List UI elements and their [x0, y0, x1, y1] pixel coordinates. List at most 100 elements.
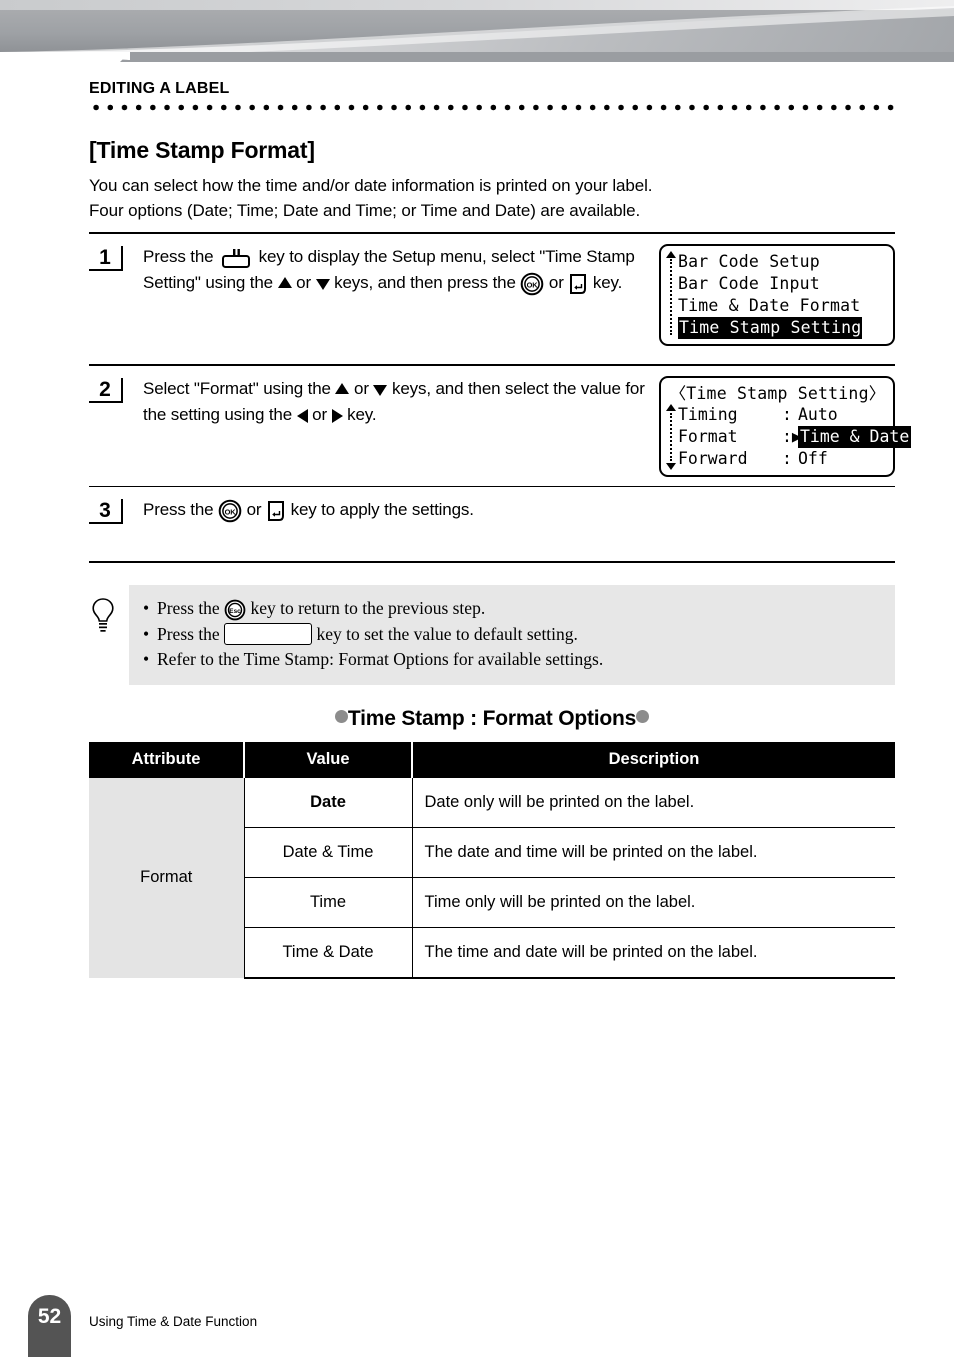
- scroll-up-arrow-icon: [666, 404, 676, 411]
- ornament-dot-left-icon: [334, 710, 348, 724]
- note-item-3: Refer to the Time Stamp: Format Options …: [143, 647, 881, 673]
- lcd-scrollbar-updown: [666, 404, 678, 470]
- cell-value: Time & Date: [244, 927, 413, 979]
- column-header-attribute: Attribute: [89, 741, 245, 778]
- lcd-setting-separator: :: [782, 405, 792, 424]
- step-3-number: 3: [89, 499, 123, 524]
- arrow-left-icon: [296, 408, 308, 423]
- rule-below-step-3: [89, 561, 895, 563]
- blank-key-icon: [224, 623, 313, 646]
- scroll-down-arrow-icon: [666, 463, 676, 470]
- scroll-track: [670, 413, 672, 461]
- note-item-2-text-b: key to set the value to default setting.: [316, 623, 578, 644]
- column-header-value: Value: [244, 741, 413, 778]
- lcd-setting-separator: :: [782, 449, 792, 468]
- table-row: Format Date Date only will be printed on…: [89, 777, 895, 978]
- page-title: [Time Stamp Format]: [89, 137, 315, 163]
- svg-text:Esc: Esc: [229, 608, 241, 615]
- lcd-setting-key: Format: [678, 427, 738, 446]
- lcd-setting-key: Timing: [678, 405, 738, 424]
- column-header-description: Description: [412, 741, 895, 778]
- format-options-table: Attribute Value Description Format Date …: [89, 741, 895, 979]
- scroll-track: [670, 259, 672, 335]
- step-1-lcd: Bar Code Setup Bar Code Input Time & Dat…: [659, 244, 895, 346]
- ok-key-icon: OK: [520, 272, 544, 296]
- arrow-right-icon: [331, 408, 343, 423]
- enter-key-icon: [266, 499, 286, 523]
- cell-description: Date only will be printed on the label.: [412, 777, 895, 828]
- step-3: 3 Press the OK or key to apply the setti…: [89, 487, 895, 552]
- esc-key-icon: Esc: [224, 599, 246, 621]
- options-table-title: Time Stamp : Format Options: [89, 707, 895, 731]
- svg-text:OK: OK: [225, 507, 237, 516]
- step-1-text-d: keys, and then press the: [334, 273, 516, 292]
- step-2-text-a: Select "Format" using the: [143, 379, 331, 398]
- step-1-text-f: key.: [592, 273, 623, 292]
- arrow-down-icon: [315, 279, 330, 291]
- step-1-text-c: or: [296, 273, 311, 292]
- lcd-setting-value[interactable]: Auto: [798, 404, 911, 426]
- setup-key-icon: [218, 247, 254, 269]
- page-content: EDITING A LABEL [Time Stamp Format] You …: [89, 80, 912, 979]
- lcd-menu-item-selected[interactable]: Time Stamp Setting: [678, 317, 863, 339]
- lcd-setting-value[interactable]: Off: [798, 448, 911, 470]
- step-2: 2 Select "Format" using the or keys, and…: [89, 366, 912, 486]
- step-1-text-a: Press the: [143, 247, 214, 266]
- dotted-divider: [89, 104, 895, 111]
- tip-note-content: Press the Esc key to return to the previ…: [129, 585, 895, 685]
- intro-line-2: Four options (Date; Time; Date and Time;…: [89, 201, 641, 220]
- lcd-setting-separator: :▶: [782, 427, 802, 446]
- intro-line-1: You can select how the time and/or date …: [89, 176, 653, 195]
- cell-description: The date and time will be printed on the…: [412, 827, 895, 878]
- lcd-menu-item[interactable]: Time & Date Format: [678, 295, 889, 317]
- arrow-down-icon: [373, 385, 388, 397]
- lcd-setting-row[interactable]: Forward : Off: [678, 448, 911, 470]
- enter-key-icon: [568, 272, 588, 296]
- note-item-1-text-a: Press the: [157, 598, 220, 618]
- note-item-1-text-b: key to return to the previous step.: [250, 598, 486, 618]
- step-3-text: Press the OK or key to apply the setting…: [143, 497, 895, 523]
- lcd-scrollbar-up: [666, 251, 678, 339]
- svg-text:OK: OK: [527, 280, 539, 289]
- tip-note-block: Press the Esc key to return to the previ…: [89, 585, 895, 685]
- lcd-screen-title: 〈Time Stamp Setting〉: [669, 384, 886, 403]
- note-item-2-text-a: Press the: [157, 623, 220, 644]
- step-3-text-b: or: [246, 500, 262, 519]
- lcd-menu-item[interactable]: Bar Code Setup: [678, 251, 889, 273]
- step-2-text-b: or: [354, 379, 369, 398]
- page-header-banner: [0, 0, 954, 68]
- options-table-title-text: Time Stamp : Format Options: [347, 706, 637, 730]
- lcd-setting-value-selected[interactable]: Time & Date: [798, 426, 912, 448]
- ornament-dot-right-icon: [636, 710, 650, 724]
- arrow-up-icon: [335, 383, 350, 395]
- footer-chapter-label: Using Time & Date Function: [89, 1314, 258, 1329]
- step-2-text-d: or: [312, 405, 327, 424]
- step-1-text: Press the key to display the Setup menu,…: [143, 244, 651, 296]
- lcd-menu-screen: Bar Code Setup Bar Code Input Time & Dat…: [659, 244, 895, 346]
- cell-description: The time and date will be printed on the…: [412, 927, 895, 979]
- lcd-setting-row[interactable]: Timing : Auto: [678, 404, 911, 426]
- note-item-1: Press the Esc key to return to the previ…: [143, 596, 881, 622]
- page-number-tab: 52: [28, 1295, 71, 1357]
- step-1-number: 1: [89, 246, 123, 271]
- page-footer: 52 Using Time & Date Function: [0, 1271, 954, 1357]
- step-2-text: Select "Format" using the or keys, and t…: [143, 376, 651, 428]
- step-2-lcd: 〈Time Stamp Setting〉 Timing : Auto Forma…: [659, 376, 912, 477]
- intro-paragraph: You can select how the time and/or date …: [89, 173, 895, 223]
- ok-key-icon: OK: [218, 499, 242, 523]
- step-2-number: 2: [89, 378, 123, 403]
- arrow-up-icon: [277, 277, 292, 289]
- step-3-text-a: Press the: [143, 500, 214, 519]
- step-1-text-e: or: [548, 273, 564, 292]
- step-2-text-e: key.: [347, 405, 377, 424]
- cell-description: Time only will be printed on the label.: [412, 877, 895, 928]
- scroll-up-arrow-icon: [666, 251, 676, 258]
- cell-attribute-format: Format: [89, 777, 245, 978]
- step-1: 1 Press the key to display the Setup men…: [89, 234, 895, 355]
- step-3-text-c: key to apply the settings.: [290, 500, 474, 519]
- table-header-row: Attribute Value Description: [89, 741, 895, 778]
- lcd-menu-item[interactable]: Bar Code Input: [678, 273, 889, 295]
- lcd-setting-row-selected[interactable]: Format :▶ Time & Date: [678, 426, 912, 448]
- running-head-section-title: EDITING A LABEL: [89, 80, 230, 97]
- cell-value: Date & Time: [244, 827, 413, 878]
